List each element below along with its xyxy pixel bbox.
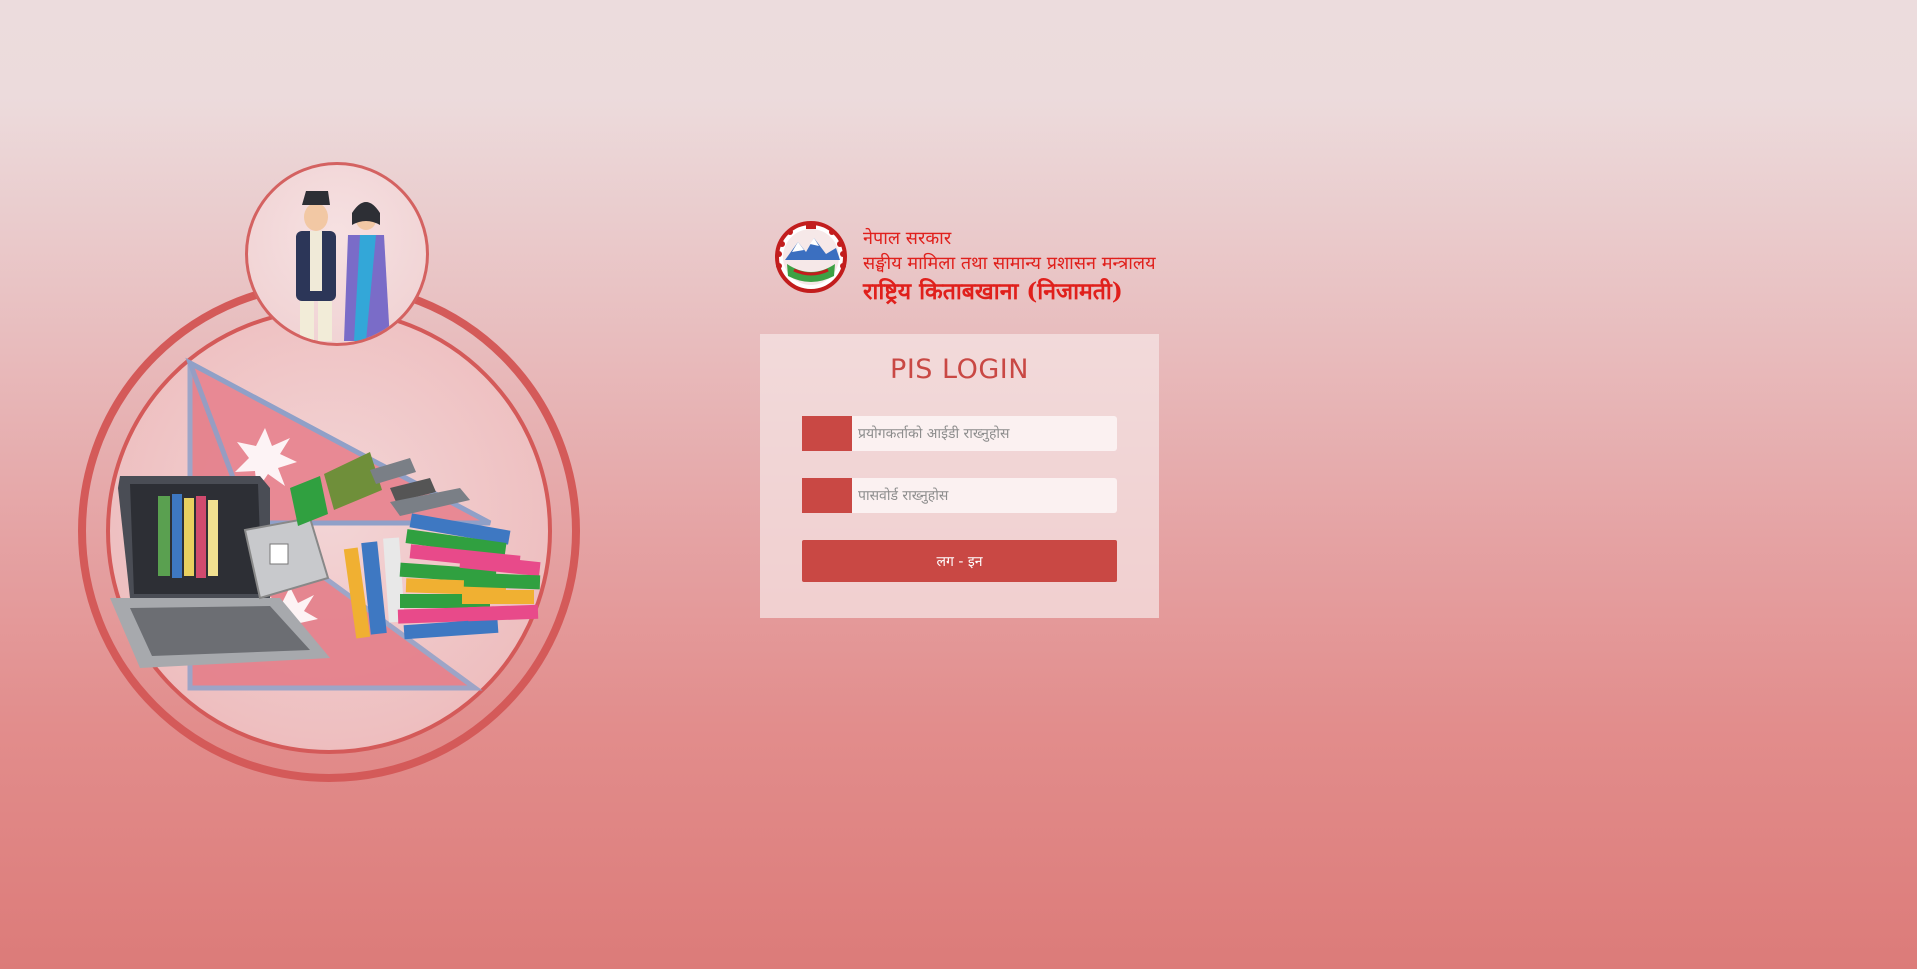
people-icon <box>296 191 390 341</box>
password-input[interactable] <box>852 478 1117 513</box>
hero-illustration <box>70 158 600 798</box>
username-input[interactable] <box>852 416 1117 451</box>
gov-name: नेपाल सरकार <box>863 228 952 249</box>
login-button[interactable]: लग - इन <box>802 540 1117 582</box>
login-title: PIS LOGIN <box>890 354 1029 385</box>
ministry-name: सङ्घीय मामिला तथा सामान्य प्रशासन मन्त्र… <box>863 253 1156 274</box>
nepal-emblem-icon <box>775 221 847 293</box>
office-name: राष्ट्रिय किताबखाना (निजामती) <box>863 278 1123 305</box>
login-card: PIS LOGIN लग - इन <box>760 334 1159 618</box>
user-icon <box>802 416 852 451</box>
people-circle <box>245 162 429 346</box>
password-field-group <box>802 478 1117 513</box>
lock-icon <box>802 478 852 513</box>
binders-icon <box>343 513 541 640</box>
username-field-group <box>802 416 1117 451</box>
